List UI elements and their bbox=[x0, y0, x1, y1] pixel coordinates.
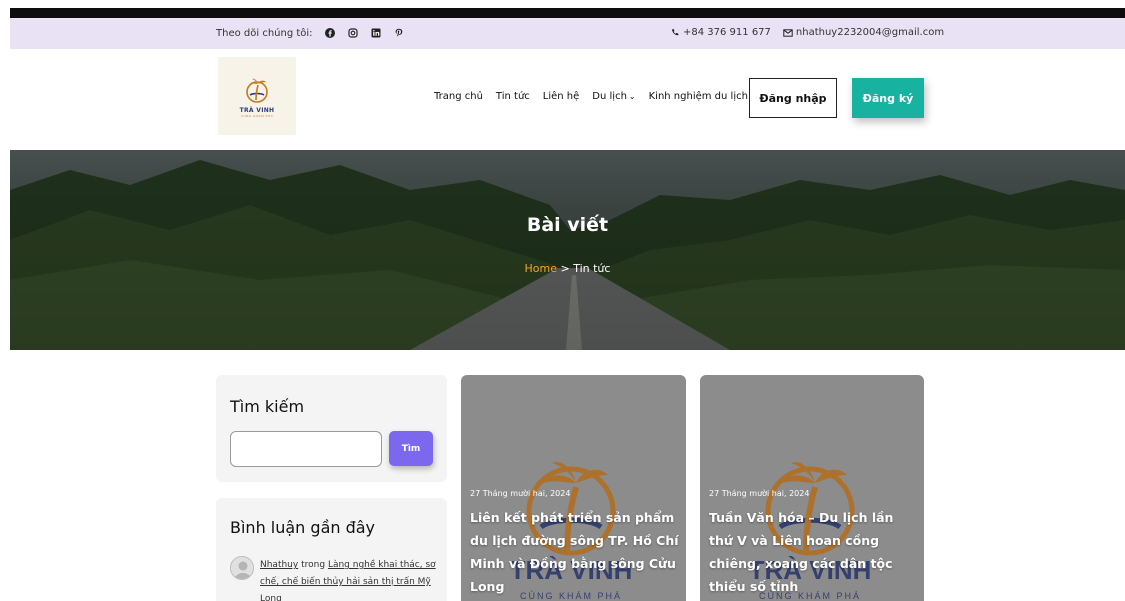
social-follow: Theo dõi chúng tôi: bbox=[216, 27, 405, 39]
nav-item-tin-tuc[interactable]: Tin tức bbox=[496, 91, 530, 102]
breadcrumb: Home > Tin tức bbox=[10, 262, 1125, 275]
comment-author-link[interactable]: Nhathuy bbox=[260, 560, 298, 570]
post-date: 27 Tháng mười hai, 2024 bbox=[709, 489, 810, 498]
nav-item-du-lich-label: Du lịch bbox=[592, 91, 627, 102]
comment-item: Nhathuy trong Làng nghề khai thác, sơ ch… bbox=[260, 557, 438, 601]
facebook-icon[interactable] bbox=[324, 27, 336, 39]
search-input[interactable] bbox=[230, 431, 382, 467]
post-date: 27 Tháng mười hai, 2024 bbox=[470, 489, 571, 498]
recent-comments-heading: Bình luận gần đây bbox=[230, 518, 376, 537]
instagram-icon[interactable] bbox=[347, 27, 359, 39]
breadcrumb-current: Tin tức bbox=[573, 262, 611, 275]
palm-sun-emblem-icon bbox=[246, 78, 268, 103]
comment-connector: trong bbox=[301, 560, 326, 570]
post-title[interactable]: Tuần Văn hóa – Du lịch lần thứ V và Liên… bbox=[709, 506, 919, 598]
site-header: TRÀ VINH CÙNG KHÁM PHÁ Trang chủ Tin tức… bbox=[10, 49, 1125, 150]
search-widget: Tìm kiếm Tìm bbox=[216, 375, 447, 482]
mail-icon bbox=[783, 28, 793, 38]
login-button[interactable]: Đăng nhập bbox=[749, 78, 837, 118]
email-address[interactable]: nhathuy2232004@gmail.com bbox=[796, 27, 944, 38]
hero-banner: Bài viết Home > Tin tức bbox=[10, 150, 1125, 350]
forest-road-image bbox=[10, 150, 1125, 350]
search-heading: Tìm kiếm bbox=[230, 397, 305, 416]
contact-info: +84 376 911 677 nhathuy2232004@gmail.com bbox=[670, 27, 944, 38]
register-button[interactable]: Đăng ký bbox=[852, 78, 924, 118]
nav-item-du-lich[interactable]: Du lịch ⌄ bbox=[592, 91, 635, 102]
recent-comments-widget: Bình luận gần đây Nhathuy trong Làng ngh… bbox=[216, 498, 447, 601]
window-top-border bbox=[10, 8, 1125, 18]
post-card[interactable]: TRÀ VINH CÙNG KHÁM PHÁ 27 Tháng mười hai… bbox=[461, 375, 686, 601]
page-title: Bài viết bbox=[526, 214, 609, 236]
nav-item-kinh-nghiem[interactable]: Kinh nghiệm du lịch bbox=[649, 91, 748, 102]
top-info-bar: Theo dõi chúng tôi: +84 376 911 677 nhat… bbox=[10, 18, 1125, 49]
phone-icon bbox=[670, 28, 680, 38]
nav-item-lien-he[interactable]: Liên hệ bbox=[543, 91, 580, 102]
phone-number[interactable]: +84 376 911 677 bbox=[683, 27, 771, 38]
avatar bbox=[230, 556, 254, 580]
search-button[interactable]: Tìm bbox=[389, 431, 433, 466]
site-logo[interactable]: TRÀ VINH CÙNG KHÁM PHÁ bbox=[218, 57, 296, 135]
linkedin-icon[interactable] bbox=[370, 27, 382, 39]
breadcrumb-home-link[interactable]: Home bbox=[525, 262, 557, 275]
logo-tagline: CÙNG KHÁM PHÁ bbox=[240, 114, 274, 118]
breadcrumb-separator: > bbox=[560, 262, 570, 275]
logo-brand: TRÀ VINH bbox=[239, 107, 275, 114]
nav-item-trang-chu[interactable]: Trang chủ bbox=[434, 91, 483, 102]
chevron-down-icon: ⌄ bbox=[628, 92, 636, 101]
main-nav: Trang chủ Tin tức Liên hệ Du lịch ⌄ Kinh … bbox=[434, 91, 761, 102]
pinterest-icon[interactable] bbox=[393, 27, 405, 39]
post-title[interactable]: Liên kết phát triển sản phẩm du lịch đườ… bbox=[470, 506, 680, 598]
post-card[interactable]: TRÀ VINH CÙNG KHÁM PHÁ 27 Tháng mười hai… bbox=[700, 375, 924, 601]
follow-label: Theo dõi chúng tôi: bbox=[216, 27, 313, 39]
